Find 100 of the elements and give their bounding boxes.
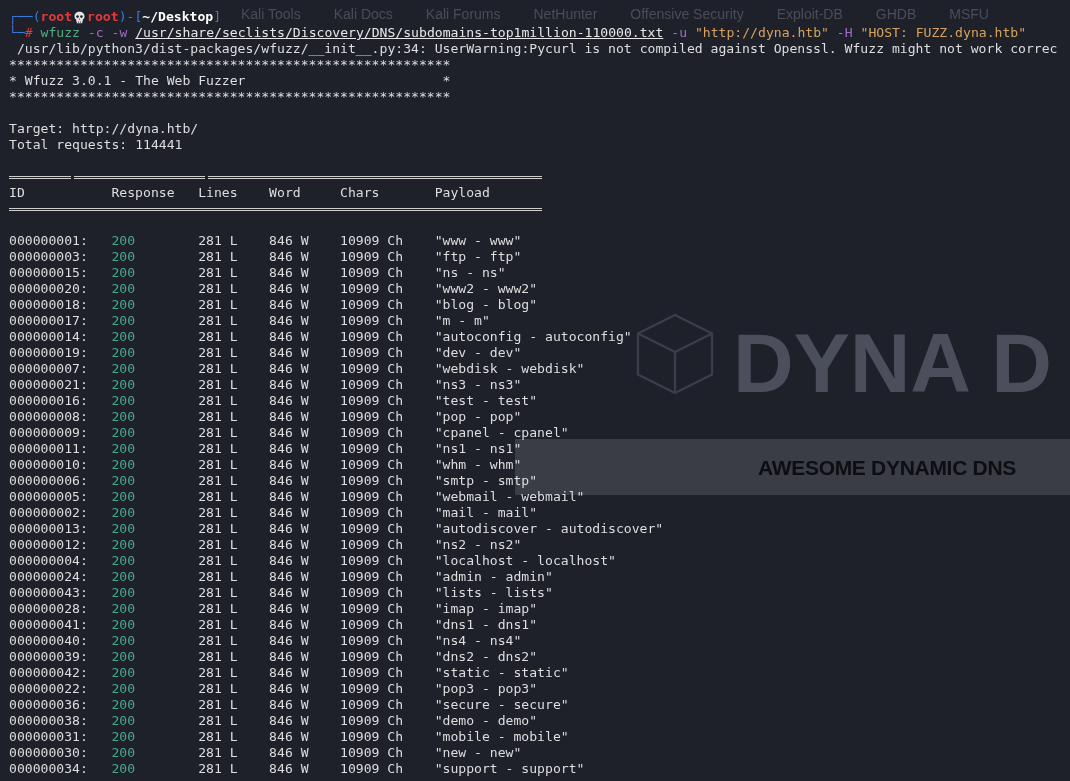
word-count: 846 W bbox=[269, 537, 309, 553]
word-count: 846 W bbox=[269, 425, 309, 441]
host-name: root bbox=[87, 9, 119, 25]
word-count: 846 W bbox=[269, 745, 309, 761]
request-id: 000000013: bbox=[9, 521, 88, 537]
char-count: 10909 Ch bbox=[340, 377, 404, 393]
response-code: 200 bbox=[111, 345, 136, 361]
response-code: 200 bbox=[111, 281, 136, 297]
line-count: 281 L bbox=[198, 457, 238, 473]
line-count: 281 L bbox=[198, 377, 238, 393]
char-count: 10909 Ch bbox=[340, 729, 404, 745]
word-count: 846 W bbox=[269, 617, 309, 633]
prompt-bracket: ┌──( bbox=[9, 9, 41, 25]
payload-text: "ns2 - ns2" bbox=[434, 537, 522, 553]
response-code: 200 bbox=[111, 249, 136, 265]
line-count: 281 L bbox=[198, 345, 238, 361]
payload-text: "pop3 - pop3" bbox=[434, 681, 538, 697]
char-count: 10909 Ch bbox=[340, 601, 404, 617]
char-count: 10909 Ch bbox=[340, 457, 404, 473]
request-id: 000000012: bbox=[9, 537, 88, 553]
payload-text: "demo - demo" bbox=[434, 713, 538, 729]
line-count: 281 L bbox=[198, 329, 238, 345]
char-count: 10909 Ch bbox=[340, 585, 404, 601]
word-count: 846 W bbox=[269, 297, 309, 313]
prompt-bracket: ] bbox=[213, 9, 222, 25]
request-id: 000000006: bbox=[9, 473, 88, 489]
word-count: 846 W bbox=[269, 361, 309, 377]
line-count: 281 L bbox=[198, 425, 238, 441]
line-count: 281 L bbox=[198, 681, 238, 697]
payload-text: "support - support" bbox=[434, 761, 585, 777]
response-code: 200 bbox=[111, 521, 136, 537]
response-code: 200 bbox=[111, 537, 136, 553]
payload-text: "ns1 - ns1" bbox=[434, 441, 522, 457]
char-count: 10909 Ch bbox=[340, 313, 404, 329]
response-code: 200 bbox=[111, 761, 136, 777]
payload-text: "blog - blog" bbox=[434, 297, 538, 313]
column-header: Lines bbox=[198, 185, 238, 201]
word-count: 846 W bbox=[269, 521, 309, 537]
word-count: 846 W bbox=[269, 681, 309, 697]
char-count: 10909 Ch bbox=[340, 713, 404, 729]
request-id: 000000021: bbox=[9, 377, 88, 393]
char-count: 10909 Ch bbox=[340, 409, 404, 425]
response-code: 200 bbox=[111, 569, 136, 585]
line-count: 281 L bbox=[198, 313, 238, 329]
word-count: 846 W bbox=[269, 489, 309, 505]
request-id: 000000022: bbox=[9, 681, 88, 697]
payload-text: "mail - mail" bbox=[434, 505, 538, 521]
word-count: 846 W bbox=[269, 457, 309, 473]
word-count: 846 W bbox=[269, 377, 309, 393]
response-code: 200 bbox=[111, 601, 136, 617]
line-count: 281 L bbox=[198, 233, 238, 249]
response-code: 200 bbox=[111, 329, 136, 345]
payload-text: "ftp - ftp" bbox=[434, 249, 522, 265]
column-header: Word bbox=[269, 185, 301, 201]
payload-text: "pop - pop" bbox=[434, 409, 522, 425]
line-count: 281 L bbox=[198, 601, 238, 617]
request-id: 000000018: bbox=[9, 297, 88, 313]
response-code: 200 bbox=[111, 313, 136, 329]
word-count: 846 W bbox=[269, 249, 309, 265]
response-code: 200 bbox=[111, 617, 136, 633]
char-count: 10909 Ch bbox=[340, 297, 404, 313]
response-code: 200 bbox=[111, 473, 136, 489]
line-count: 281 L bbox=[198, 249, 238, 265]
warning-message: /usr/lib/python3/dist-packages/wfuzz/__init__.py:34: UserWarning:Pycurl is not compiled against Openssl. Wfuzz might not work correc bbox=[16, 41, 1058, 57]
payload-text: "whm - whm" bbox=[434, 457, 522, 473]
char-count: 10909 Ch bbox=[340, 617, 404, 633]
banner-line: ******************************************************** bbox=[9, 89, 451, 105]
char-count: 10909 Ch bbox=[340, 649, 404, 665]
word-count: 846 W bbox=[269, 729, 309, 745]
char-count: 10909 Ch bbox=[340, 697, 404, 713]
word-count: 846 W bbox=[269, 553, 309, 569]
line-count: 281 L bbox=[198, 473, 238, 489]
current-directory: ~/Desktop bbox=[142, 9, 214, 25]
word-count: 846 W bbox=[269, 441, 309, 457]
char-count: 10909 Ch bbox=[340, 761, 404, 777]
request-id: 000000002: bbox=[9, 505, 88, 521]
word-count: 846 W bbox=[269, 345, 309, 361]
request-id: 000000004: bbox=[9, 553, 88, 569]
response-code: 200 bbox=[111, 265, 136, 281]
payload-text: "www - www" bbox=[434, 233, 522, 249]
payload-text: "lists - lists" bbox=[434, 585, 553, 601]
line-count: 281 L bbox=[198, 537, 238, 553]
request-id: 000000009: bbox=[9, 425, 88, 441]
response-code: 200 bbox=[111, 361, 136, 377]
request-id: 000000014: bbox=[9, 329, 88, 345]
char-count: 10909 Ch bbox=[340, 553, 404, 569]
line-count: 281 L bbox=[198, 361, 238, 377]
char-count: 10909 Ch bbox=[340, 745, 404, 761]
request-id: 000000031: bbox=[9, 729, 88, 745]
payload-text: "dns2 - dns2" bbox=[434, 649, 538, 665]
char-count: 10909 Ch bbox=[340, 681, 404, 697]
request-id: 000000005: bbox=[9, 489, 88, 505]
payload-text: "autoconfig - autoconfig" bbox=[434, 329, 632, 345]
response-code: 200 bbox=[111, 665, 136, 681]
column-header: Chars bbox=[340, 185, 380, 201]
word-count: 846 W bbox=[269, 505, 309, 521]
line-count: 281 L bbox=[198, 665, 238, 681]
response-code: 200 bbox=[111, 409, 136, 425]
payload-text: "www2 - www2" bbox=[434, 281, 538, 297]
request-id: 000000034: bbox=[9, 761, 88, 777]
